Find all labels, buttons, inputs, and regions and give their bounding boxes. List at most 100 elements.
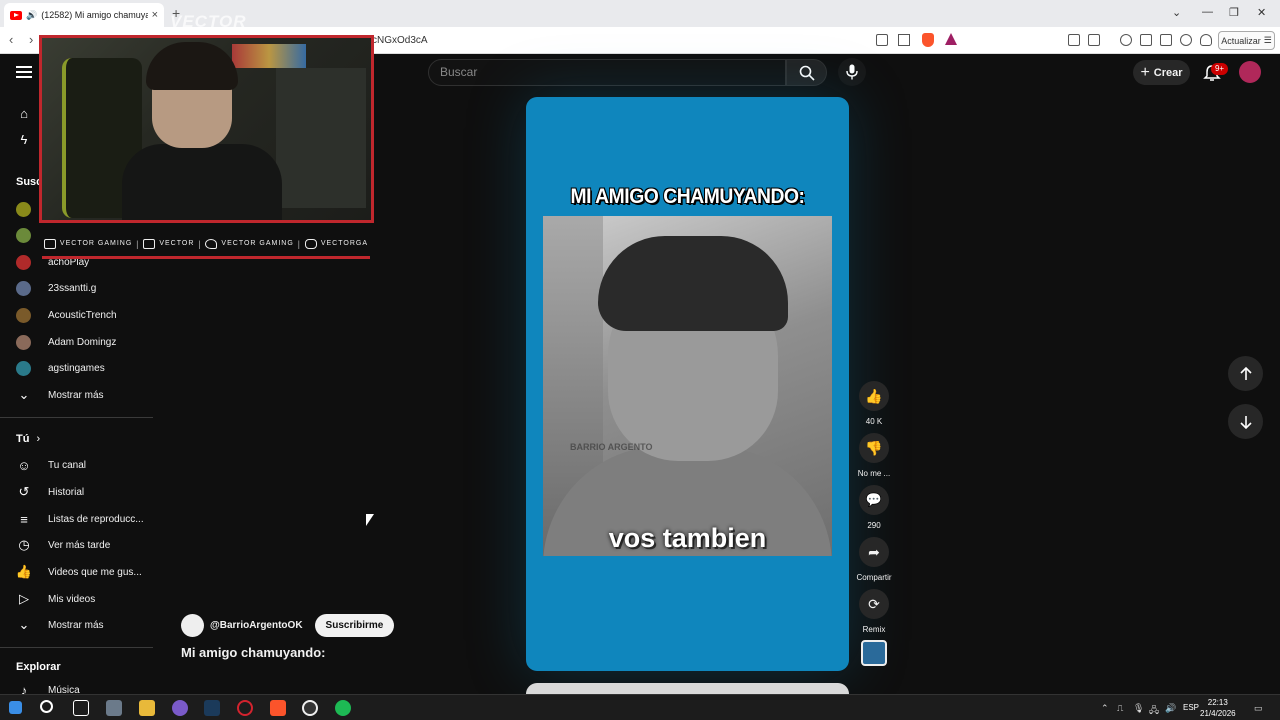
wallet-icon[interactable] (1088, 34, 1100, 46)
sidebar-item-label: Ver más tarde (48, 539, 111, 551)
share-page-icon[interactable] (898, 34, 910, 46)
comment-count: 290 (867, 521, 881, 530)
chevron-right-icon: › (36, 433, 41, 445)
sidebar-item-watch-later[interactable]: ◷ Ver más tarde (0, 532, 160, 558)
youtube-icon (43, 238, 56, 249)
search-input[interactable]: Buscar (428, 59, 786, 86)
sidebar-subscription[interactable]: 23ssantti.g (0, 275, 160, 301)
instagram-icon (304, 238, 317, 249)
brave-rewards-icon[interactable] (945, 33, 957, 45)
brave-icon[interactable] (270, 700, 286, 716)
leo-ai-icon[interactable] (1180, 34, 1192, 46)
channel-avatar[interactable] (181, 613, 204, 637)
you-heading-label: Tú (16, 433, 30, 445)
opera-gx-icon[interactable] (237, 700, 253, 716)
channel-name[interactable]: @BarrioArgentoOK (210, 620, 303, 631)
mic-tray-icon[interactable]: 🎙 (1133, 703, 1144, 714)
create-button[interactable]: + Crear (1133, 60, 1190, 85)
show-more-label: Mostrar más (48, 619, 104, 631)
sidebar-item-your-channel[interactable]: ☺ Tu canal (0, 452, 160, 478)
close-window-button[interactable]: ✕ (1257, 6, 1266, 19)
remix-circle: ⟳ (859, 589, 889, 619)
twitter-icon (205, 238, 218, 249)
tab-search-button[interactable]: ⌄ (1172, 6, 1181, 19)
steam-icon[interactable] (204, 700, 220, 716)
sidebar-item-label: Listas de reproducc... (48, 513, 144, 525)
short-title[interactable]: Mi amigo chamuyando: (181, 645, 325, 660)
your-channel-icon: ☺ (17, 457, 31, 473)
obs-icon[interactable] (302, 700, 318, 716)
forward-icon[interactable]: › (29, 32, 33, 47)
social-separator: | (136, 238, 140, 249)
tray-overflow-icon[interactable]: ⌃ (1101, 703, 1109, 714)
wallet-2-icon[interactable] (1160, 34, 1172, 46)
account-avatar[interactable] (1239, 61, 1261, 83)
next-short-button[interactable] (1228, 404, 1263, 439)
you-heading[interactable]: Tú › (16, 433, 40, 445)
task-view-icon[interactable] (73, 700, 89, 716)
discord-icon[interactable] (172, 700, 188, 716)
volume-icon[interactable]: 🔊 (1165, 703, 1176, 714)
sidebar-subscription[interactable]: AcousticTrench (0, 302, 160, 328)
sidebar-subscription[interactable]: agstingames (0, 355, 160, 381)
app-icon[interactable] (106, 700, 122, 716)
windows-start-icon[interactable] (9, 701, 22, 714)
channel-avatar (16, 254, 31, 270)
sidebar-item-label: Mis videos (48, 593, 96, 605)
sidebar-item-history[interactable]: ↺ Historial (0, 479, 160, 505)
short-video-player[interactable]: MI AMIGO CHAMUYANDO: BARRIO ARGENTO vos … (526, 97, 849, 671)
channel-avatar (16, 360, 31, 376)
arcade-cabinet (276, 68, 366, 208)
tab-close-button[interactable]: × (152, 9, 158, 21)
notification-center-icon[interactable]: ▭ (1254, 703, 1263, 714)
language-indicator[interactable]: ESP (1183, 703, 1199, 712)
share-button[interactable]: ➦ Compartir (856, 537, 892, 582)
sidebar-item-liked-videos[interactable]: 👍 Videos que me gus... (0, 559, 160, 585)
social-separator: | (297, 238, 301, 249)
like-button[interactable]: 👍 40 K (859, 381, 889, 426)
install-app-icon[interactable] (876, 34, 888, 46)
sidebar-toggle-icon[interactable] (1140, 34, 1152, 46)
media-icon[interactable] (1120, 34, 1132, 46)
voice-search-button[interactable] (838, 58, 866, 86)
sidebar-item-your-videos[interactable]: ▷ Mis videos (0, 586, 160, 612)
update-button[interactable]: Actualizar ☰ (1218, 31, 1275, 50)
short-caption: MI AMIGO CHAMUYANDO: (570, 185, 805, 208)
remix-button[interactable]: ⟳ Remix (859, 589, 889, 634)
taskbar-clock[interactable]: 22:13 21/4/2026 (1200, 697, 1236, 719)
sidebar-item-playlists[interactable]: ≡ Listas de reproducc... (0, 506, 160, 532)
network-icon[interactable]: 🖧 (1149, 703, 1159, 719)
comments-button[interactable]: 💬 290 (859, 485, 889, 530)
speaker-icon: 🔊 (26, 9, 38, 20)
extensions-icon[interactable] (1068, 34, 1080, 46)
show-more-you[interactable]: ⌄ Mostrar más (0, 612, 160, 638)
social-label: VECTORGA (320, 240, 368, 247)
menu-icon: ☰ (1263, 35, 1272, 45)
create-label: Crear (1153, 66, 1183, 79)
browser-tab[interactable]: 🔊 (12582) Mi amigo chamuyand × (4, 3, 164, 27)
subscribe-button[interactable]: Suscribirme (314, 613, 395, 637)
sidebar-item-label: Videos que me gus... (48, 566, 142, 578)
brave-shield-icon[interactable] (922, 33, 934, 47)
guide-menu-icon[interactable] (16, 66, 32, 78)
maximize-button[interactable]: ❐ (1229, 6, 1239, 19)
file-explorer-icon[interactable] (139, 700, 155, 716)
back-icon[interactable]: ‹ (9, 32, 13, 47)
usb-icon[interactable]: ⎍ (1117, 703, 1123, 714)
show-more-subscriptions[interactable]: ⌄ Mostrar más (0, 382, 160, 408)
dislike-button[interactable]: 👎 No me ... (858, 433, 890, 478)
channel-avatar (16, 334, 31, 350)
share-circle: ➦ (859, 537, 889, 567)
channel-label: Adam Domingz (48, 336, 117, 348)
minimize-button[interactable]: — (1202, 6, 1213, 18)
sidebar-subscription[interactable]: Adam Domingz (0, 329, 160, 355)
sound-thumbnail[interactable] (861, 640, 887, 666)
search-icon[interactable] (40, 700, 53, 713)
search-button[interactable] (786, 59, 827, 86)
channel-avatar (16, 201, 31, 217)
short-video-frame: BARRIO ARGENTO (543, 216, 832, 556)
spotify-icon[interactable] (335, 700, 351, 716)
previous-short-button[interactable] (1228, 356, 1263, 391)
vpn-shield-icon[interactable] (1200, 34, 1212, 46)
url-field[interactable]: cNGxOd3cA (372, 35, 428, 46)
